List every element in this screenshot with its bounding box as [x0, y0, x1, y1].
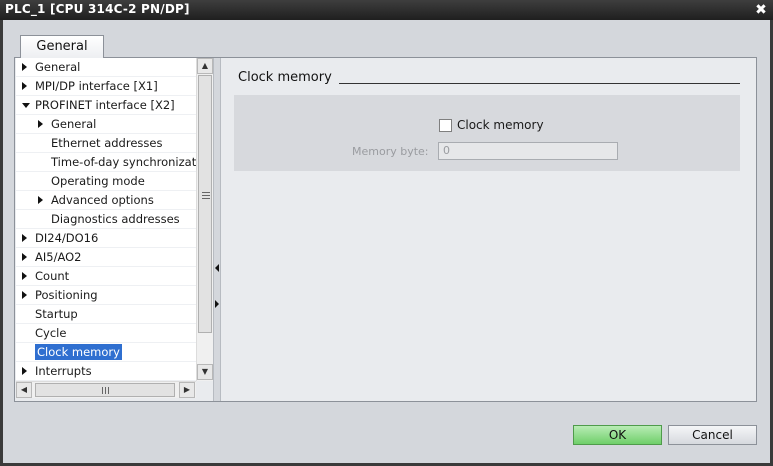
window-title: PLC_1 [CPU 314C-2 PN/DP]	[5, 2, 190, 16]
tree-item[interactable]: PROFINET interface [X2]	[16, 96, 196, 115]
tree-item[interactable]: General	[16, 115, 196, 134]
grip-line	[105, 387, 106, 394]
memory-byte-label: Memory byte:	[352, 145, 429, 158]
collapsed-arrow-icon[interactable]	[22, 82, 27, 90]
tree-item-label: General	[51, 117, 97, 131]
tree-item-label: Clock memory	[35, 344, 122, 360]
grip-line	[202, 192, 210, 193]
collapsed-arrow-icon[interactable]	[22, 272, 27, 280]
navigation-tree: General MPI/DP interface [X1] PROFINET int…	[16, 58, 212, 381]
collapsed-arrow-icon[interactable]	[22, 367, 27, 375]
ok-button[interactable]: OK	[573, 425, 662, 445]
close-icon[interactable]: ✖	[753, 2, 769, 18]
grip-line	[102, 387, 103, 394]
tree-item[interactable]: Operating mode	[16, 172, 196, 191]
tree-item[interactable]: Ethernet addresses	[16, 134, 196, 153]
tree-item-label: AI5/AO2	[35, 250, 82, 264]
scroll-up-icon[interactable]: ▲	[197, 58, 213, 74]
tree-item-label: General	[35, 60, 81, 74]
tree-item-label: Operating mode	[51, 174, 145, 188]
pane-splitter[interactable]	[213, 58, 221, 401]
tree-item-label: Diagnostics addresses	[51, 212, 180, 226]
window-border-left	[0, 20, 3, 466]
scrollbar-corner	[196, 381, 213, 398]
tree-item[interactable]: Startup	[16, 305, 196, 324]
tree-item[interactable]: Positioning	[16, 286, 196, 305]
tree-item-label: Ethernet addresses	[51, 136, 163, 150]
collapsed-arrow-icon[interactable]	[38, 120, 43, 128]
scroll-down-icon[interactable]: ▼	[197, 364, 213, 380]
tree-item[interactable]: MPI/DP interface [X1]	[16, 77, 196, 96]
tree-vertical-scrollbar[interactable]: ▲ ▼	[196, 58, 213, 381]
clock-memory-checkbox[interactable]	[439, 119, 452, 132]
scroll-right-icon[interactable]: ▶	[179, 382, 195, 398]
tree-item-label: MPI/DP interface [X1]	[35, 79, 158, 93]
tree-item-label: Time-of-day synchronizat...	[51, 155, 208, 169]
collapse-left-icon[interactable]	[215, 264, 219, 272]
tree-item-label: Cycle	[35, 326, 67, 340]
section-title: Clock memory	[238, 70, 332, 85]
section-divider	[339, 83, 740, 84]
tree-item[interactable]: Count	[16, 267, 196, 286]
tree-item[interactable]: Time-of-day synchronizat...	[16, 153, 207, 172]
clock-memory-checkbox-label[interactable]: Clock memory	[457, 118, 544, 132]
collapsed-arrow-icon[interactable]	[22, 234, 27, 242]
horizontal-scroll-thumb[interactable]	[35, 383, 175, 397]
grip-line	[202, 195, 210, 196]
tree-item-label: DI24/DO16	[35, 231, 99, 245]
expand-right-icon[interactable]	[215, 300, 219, 308]
title-bar: PLC_1 [CPU 314C-2 PN/DP] ✖	[0, 0, 773, 20]
tree-item[interactable]: Interrupts	[16, 362, 196, 381]
cancel-button[interactable]: Cancel	[668, 425, 757, 445]
tree-horizontal-scrollbar[interactable]: ◀ ▶	[16, 381, 196, 398]
tree-item-label: Advanced options	[51, 193, 154, 207]
collapsed-arrow-icon[interactable]	[38, 196, 43, 204]
tree-item[interactable]: DI24/DO16	[16, 229, 196, 248]
tree-item[interactable]: Cycle	[16, 324, 196, 343]
tab-general[interactable]: General	[20, 35, 104, 59]
collapsed-arrow-icon[interactable]	[22, 63, 27, 71]
tree-item-label: Positioning	[35, 288, 98, 302]
scroll-left-icon[interactable]: ◀	[16, 382, 32, 398]
tree-item[interactable]: Advanced options	[16, 191, 196, 210]
collapsed-arrow-icon[interactable]	[22, 253, 27, 261]
grip-line	[108, 387, 109, 394]
tree-item-label: Startup	[35, 307, 78, 321]
tree-item[interactable]: Diagnostics addresses	[16, 210, 196, 229]
tree-item[interactable]: Clock memory	[16, 343, 196, 362]
tree-item-label: PROFINET interface [X2]	[35, 98, 175, 112]
tree-item-label: Interrupts	[35, 364, 92, 378]
tree-item[interactable]: General	[16, 58, 196, 77]
vertical-scroll-thumb[interactable]	[198, 75, 212, 333]
tree-item[interactable]: AI5/AO2	[16, 248, 196, 267]
expanded-arrow-icon[interactable]	[22, 103, 30, 108]
tree-item-label: Count	[35, 269, 70, 283]
grip-line	[202, 198, 210, 199]
collapsed-arrow-icon[interactable]	[22, 291, 27, 299]
memory-byte-field[interactable]: 0	[438, 142, 618, 160]
